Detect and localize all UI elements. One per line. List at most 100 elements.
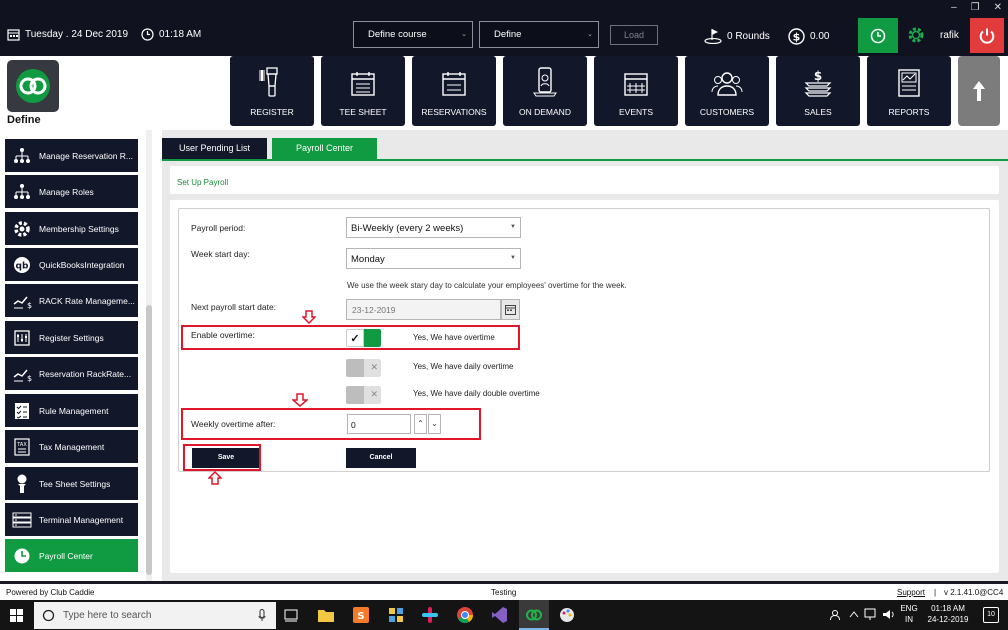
calendar-icon	[505, 305, 516, 315]
language-indicator[interactable]: ENG IN	[900, 603, 918, 625]
nav-customers[interactable]: CUSTOMERS	[685, 56, 769, 126]
golf-tee-icon	[11, 474, 33, 494]
close-icon: ✕	[370, 362, 378, 372]
barcode-scanner-icon	[259, 67, 278, 97]
toggle-knob	[346, 386, 364, 404]
power-icon	[979, 28, 995, 44]
sidebar-item-rack-rate-management[interactable]: $ RACK Rate Manageme...	[5, 284, 138, 317]
task-view-icon[interactable]	[282, 606, 300, 624]
chrome-icon[interactable]	[456, 606, 474, 624]
version-label: v 2.1.41.0@CC4	[944, 588, 1004, 597]
section-header: Set Up Payroll	[170, 166, 999, 194]
support-link[interactable]: Support	[897, 588, 925, 597]
taskbar-search[interactable]: Type here to search	[34, 602, 276, 629]
settings-button[interactable]	[906, 25, 926, 47]
define-select[interactable]: Define ⌄	[479, 21, 599, 48]
amount-display[interactable]: $ 0.00	[788, 28, 829, 45]
report-icon	[898, 69, 920, 97]
nav-reports[interactable]: REPORTS	[867, 56, 951, 126]
file-explorer-icon[interactable]	[317, 606, 335, 624]
svg-text:qb: qb	[16, 261, 29, 271]
visual-studio-icon[interactable]	[490, 606, 508, 624]
sidebar-item-terminal-management[interactable]: Terminal Management	[5, 503, 138, 536]
nav-on-demand[interactable]: ON DEMAND	[503, 56, 587, 126]
cancel-button[interactable]: Cancel	[346, 448, 416, 468]
sidebar-item-payroll-center[interactable]: Payroll Center	[5, 539, 138, 572]
sidebar-item-rule-management[interactable]: Rule Management	[5, 394, 138, 427]
golf-flag-icon	[704, 29, 722, 44]
rounds-display[interactable]: 0 Rounds	[704, 28, 770, 44]
load-button[interactable]: Load	[610, 25, 658, 45]
calendar-icon	[442, 72, 466, 96]
minimize-icon[interactable]: –	[951, 2, 957, 13]
course-select[interactable]: Define course ⌄	[353, 21, 473, 48]
nav-register[interactable]: REGISTER	[230, 56, 314, 126]
svg-text:TAX: TAX	[16, 442, 27, 448]
people-icon[interactable]	[829, 609, 841, 621]
slack-icon[interactable]	[421, 606, 439, 624]
calendar-icon	[7, 29, 20, 41]
next-start-date-input[interactable]: 23-12-2019	[346, 299, 501, 320]
taskbar-clock[interactable]: 01:18 AM 24-12-2019	[922, 603, 974, 625]
sidebar-item-tax-management[interactable]: TAX Tax Management	[5, 430, 138, 463]
sidebar-item-membership-settings[interactable]: Membership Settings	[5, 212, 138, 245]
payroll-period-select[interactable]: Bi-Weekly (every 2 weeks) ▼	[346, 217, 521, 238]
rate-icon: $	[11, 291, 33, 311]
arrow-down-icon	[292, 393, 308, 407]
svg-text:$: $	[814, 69, 822, 83]
cash-icon: $	[804, 69, 832, 97]
app-icon[interactable]	[387, 606, 405, 624]
tab-payroll-center[interactable]: Payroll Center	[272, 138, 377, 159]
divider-bar: |	[934, 588, 937, 597]
power-button[interactable]	[970, 18, 1004, 53]
daily-overtime-toggle[interactable]: ✕	[346, 359, 381, 377]
sidebar-item-register-settings[interactable]: Register Settings	[5, 321, 138, 354]
taskbar: Type here to search S ENG IN 01:18 AM 24…	[0, 600, 1008, 630]
svg-text:S: S	[357, 611, 364, 622]
nav-sales[interactable]: $ SALES	[776, 56, 860, 126]
arrow-up-icon	[208, 471, 222, 485]
main-nav: REGISTER TEE SHEET RESERVATIONS ON DEMAN…	[162, 56, 1008, 130]
sidebar-item-tee-sheet-settings[interactable]: Tee Sheet Settings	[5, 467, 138, 500]
week-start-hint: We use the week stary day to calculate y…	[347, 281, 627, 290]
sidebar-scrollbar-thumb[interactable]	[146, 305, 152, 575]
notifications-icon[interactable]: 10	[983, 607, 999, 623]
nav-tee-sheet[interactable]: TEE SHEET	[321, 56, 405, 126]
club-caddie-taskbar-button[interactable]	[519, 600, 549, 630]
sublime-icon[interactable]: S	[352, 606, 370, 624]
restore-icon[interactable]: ❐	[971, 2, 980, 13]
sidebar-item-manage-roles[interactable]: Manage Roles	[5, 175, 138, 208]
sidebar-item-manage-reservation-rules[interactable]: Manage Reservation R...	[5, 139, 138, 172]
top-bar: – ❐ ✕ Tuesday . 24 Dec 2019 01:18 AM Def…	[0, 0, 1008, 56]
date-picker-button[interactable]	[501, 299, 520, 320]
svg-text:$: $	[27, 374, 32, 383]
nav-reservations[interactable]: RESERVATIONS	[412, 56, 496, 126]
tax-icon: TAX	[11, 437, 33, 457]
sidebar-item-quickbooks-integration[interactable]: qb QuickBooksIntegration	[5, 248, 138, 281]
sidebar: Manage Reservation R... Manage Roles Mem…	[0, 130, 162, 581]
scroll-up-button[interactable]	[958, 56, 1000, 126]
windows-start-icon[interactable]	[10, 609, 23, 622]
payroll-period-label: Payroll period:	[191, 223, 246, 233]
paint-icon[interactable]	[558, 606, 576, 624]
time-display: 01:18 AM	[141, 28, 201, 41]
microphone-icon[interactable]	[258, 609, 266, 622]
tab-user-pending-list[interactable]: User Pending List	[162, 138, 267, 159]
arrow-up-icon	[973, 81, 985, 101]
status-bar: Powered by Club Caddie Testing Support |…	[0, 584, 1008, 600]
close-icon[interactable]: ✕	[994, 2, 1002, 13]
sidebar-item-reservation-rackrate[interactable]: $ Reservation RackRate...	[5, 357, 138, 390]
hierarchy-icon	[11, 182, 33, 202]
network-icon[interactable]	[864, 608, 876, 621]
dropdown-arrow-icon: ▼	[510, 224, 516, 230]
logo-label: Define	[7, 114, 41, 126]
nav-events[interactable]: EVENTS	[594, 56, 678, 126]
clock-button[interactable]	[858, 18, 898, 53]
double-overtime-toggle[interactable]: ✕	[346, 386, 381, 404]
chevron-up-icon[interactable]	[849, 610, 859, 618]
volume-icon[interactable]	[882, 608, 895, 621]
week-start-select[interactable]: Monday ▼	[346, 248, 521, 269]
payroll-panel: Payroll period: Bi-Weekly (every 2 weeks…	[170, 200, 999, 573]
clock-icon	[870, 28, 886, 43]
quickbooks-icon: qb	[11, 255, 33, 275]
